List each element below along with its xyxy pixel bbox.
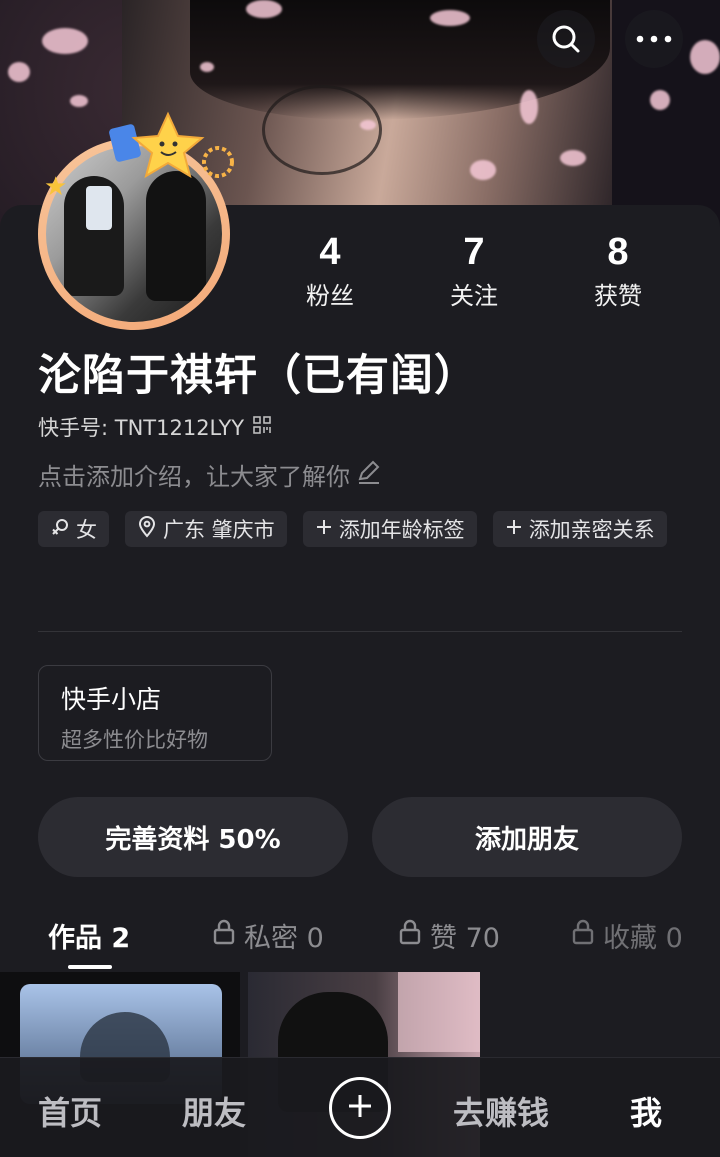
profile-tags: 女 广东 肇庆市 添加年龄标签 添加亲密关系 xyxy=(38,511,698,547)
stat-value: 4 xyxy=(319,231,341,273)
add-relation-tag[interactable]: 添加亲密关系 xyxy=(492,511,667,547)
content-tabs: 作品 2 私密 0 赞 70 收藏 0 xyxy=(0,905,720,971)
qr-code-icon xyxy=(252,415,272,440)
lock-icon xyxy=(212,919,236,952)
likes-stat[interactable]: 8 获赞 xyxy=(546,232,690,312)
tab-favorites[interactable]: 收藏 0 xyxy=(571,915,683,955)
stat-label: 获赞 xyxy=(594,282,642,310)
tab-private[interactable]: 私密 0 xyxy=(212,915,324,955)
petal-decoration xyxy=(470,160,496,180)
stat-label: 粉丝 xyxy=(306,282,354,310)
tab-likes[interactable]: 赞 70 xyxy=(398,915,500,955)
search-button[interactable] xyxy=(537,10,595,68)
petal-decoration xyxy=(520,90,538,124)
add-age-text: 添加年龄标签 xyxy=(338,518,465,542)
tab-label: 作品 2 xyxy=(48,922,131,954)
nav-earn[interactable]: 去赚钱 xyxy=(453,1088,549,1134)
following-stat[interactable]: 7 关注 xyxy=(402,232,546,312)
petal-decoration xyxy=(690,40,720,74)
petal-decoration xyxy=(430,10,470,26)
plus-icon xyxy=(347,1093,373,1123)
star-icon: ★ xyxy=(44,172,68,202)
divider xyxy=(38,631,682,632)
cover-photo-detail xyxy=(262,85,382,175)
stat-label: 关注 xyxy=(450,282,498,310)
add-friend-button[interactable]: 添加朋友 xyxy=(372,797,682,877)
stat-value: 7 xyxy=(463,231,485,273)
petal-decoration xyxy=(42,28,88,54)
pencil-icon xyxy=(356,459,382,491)
petal-decoration xyxy=(360,120,376,130)
shop-card[interactable]: 快手小店 超多性价比好物 xyxy=(38,665,272,761)
tab-label: 赞 70 xyxy=(430,922,500,954)
petal-decoration xyxy=(246,0,282,18)
tab-label: 私密 0 xyxy=(244,922,324,954)
add-age-tag[interactable]: 添加年龄标签 xyxy=(302,511,477,547)
more-button[interactable] xyxy=(625,10,683,68)
petal-decoration xyxy=(70,95,88,107)
petal-decoration xyxy=(8,62,30,82)
followers-stat[interactable]: 4 粉丝 xyxy=(258,232,402,312)
location-pin-icon xyxy=(137,515,157,543)
nav-me[interactable]: 我 xyxy=(630,1088,662,1134)
shop-subtitle: 超多性价比好物 xyxy=(61,728,208,752)
lock-icon xyxy=(571,919,595,952)
bottom-navigation: 首页 朋友 去赚钱 我 xyxy=(0,1057,720,1157)
gender-text: 女 xyxy=(76,518,97,542)
nav-home[interactable]: 首页 xyxy=(38,1088,102,1134)
tab-label: 收藏 0 xyxy=(603,922,683,954)
gender-tag[interactable]: 女 xyxy=(38,511,109,547)
plus-icon xyxy=(505,517,523,541)
shop-title: 快手小店 xyxy=(61,685,162,714)
kuaishou-id[interactable]: 快手号: TNT1212LYY xyxy=(38,412,272,442)
female-icon xyxy=(50,517,70,542)
location-text: 广东 肇庆市 xyxy=(163,518,275,542)
intro-edit[interactable]: 点击添加介绍，让大家了解你 xyxy=(38,457,382,492)
stat-value: 8 xyxy=(607,231,629,273)
active-tab-indicator xyxy=(68,965,112,969)
tab-works[interactable]: 作品 2 xyxy=(48,915,130,955)
location-tag[interactable]: 广东 肇庆市 xyxy=(125,511,287,547)
petal-decoration xyxy=(560,150,586,166)
thumbnail-image xyxy=(398,972,480,1052)
more-icon xyxy=(634,34,674,44)
search-icon xyxy=(549,22,583,56)
intro-placeholder: 点击添加介绍，让大家了解你 xyxy=(38,463,350,491)
avatar-frame-decoration xyxy=(108,108,238,198)
plus-icon xyxy=(315,517,333,541)
petal-decoration xyxy=(200,62,214,72)
add-relation-text: 添加亲密关系 xyxy=(528,518,655,542)
complete-profile-button[interactable]: 完善资料 50% xyxy=(38,797,348,877)
create-button[interactable] xyxy=(329,1077,391,1139)
kuaishou-id-text: 快手号: TNT1212LYY xyxy=(38,416,245,440)
profile-stats: 4 粉丝 7 关注 8 获赞 xyxy=(258,232,690,312)
lock-icon xyxy=(398,919,422,952)
petal-decoration xyxy=(650,90,670,110)
nav-friends[interactable]: 朋友 xyxy=(182,1088,246,1134)
profile-name: 沦陷于祺轩（已有闺） xyxy=(38,351,478,401)
